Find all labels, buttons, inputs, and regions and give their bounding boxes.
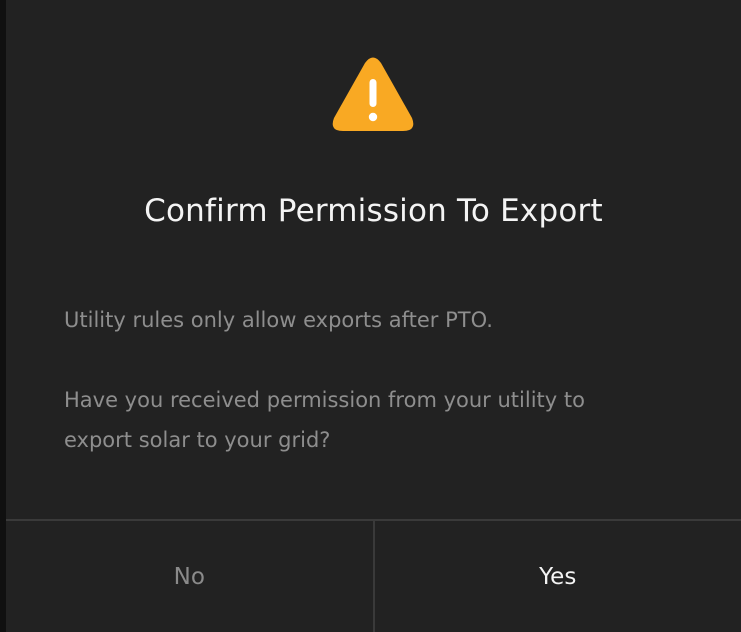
dialog-button-row: No Yes — [6, 521, 741, 632]
dialog-title: Confirm Permission To Export — [144, 193, 603, 229]
no-button[interactable]: No — [6, 521, 375, 632]
dialog-question: Have you received permission from your u… — [64, 388, 585, 452]
confirm-export-dialog: Confirm Permission To Export Utility rul… — [6, 0, 741, 632]
dialog-message: Utility rules only allow exports after P… — [64, 308, 493, 332]
yes-button[interactable]: Yes — [375, 521, 741, 632]
warning-triangle-icon — [332, 57, 414, 131]
dialog-body: Utility rules only allow exports after P… — [64, 300, 684, 460]
